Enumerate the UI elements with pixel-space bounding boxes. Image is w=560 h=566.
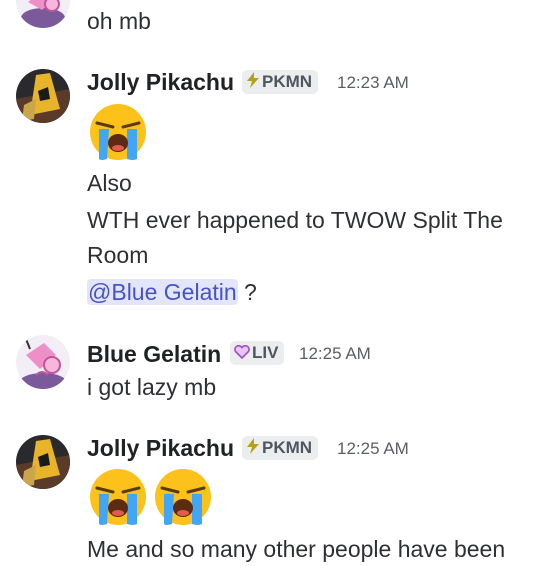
message-text: i got lazy mb bbox=[87, 374, 217, 400]
lightning-bolt-icon bbox=[246, 437, 260, 461]
avatar-blue-gelatin[interactable] bbox=[16, 335, 70, 389]
role-tag-pkmn[interactable]: PKMN bbox=[242, 436, 319, 461]
message-text: Room bbox=[87, 242, 149, 268]
role-tag-label: PKMN bbox=[262, 72, 313, 91]
timestamp: 12:23 AM bbox=[337, 73, 409, 92]
loudly-crying-face-emoji bbox=[87, 101, 149, 163]
timestamp: 12:25 AM bbox=[337, 439, 409, 458]
message-text: ? bbox=[237, 279, 257, 305]
user-mention[interactable]: @Blue Gelatin bbox=[87, 279, 238, 305]
role-tag-label: PKMN bbox=[262, 438, 313, 457]
timestamp: 12:25 AM bbox=[299, 344, 371, 363]
loudly-crying-face-emoji bbox=[152, 466, 214, 528]
heart-icon bbox=[234, 342, 250, 366]
message-text: Also bbox=[87, 170, 132, 196]
avatar-jolly-pikachu[interactable] bbox=[16, 435, 70, 489]
role-tag-liv[interactable]: LIV bbox=[230, 341, 285, 366]
author-name[interactable]: Jolly Pikachu bbox=[87, 68, 234, 96]
lightning-bolt-icon bbox=[246, 71, 260, 95]
message-text: Me and so many other people have been bbox=[87, 536, 506, 562]
author-name[interactable]: Blue Gelatin bbox=[87, 340, 221, 368]
message-mention-line: @Blue Gelatin ? bbox=[87, 275, 257, 309]
avatar-blue-gelatin-top[interactable] bbox=[16, 0, 70, 28]
role-tag-label: LIV bbox=[252, 343, 279, 362]
message-text: oh mb bbox=[87, 8, 151, 34]
loudly-crying-face-emoji bbox=[87, 466, 149, 528]
avatar-jolly-pikachu[interactable] bbox=[16, 69, 70, 123]
role-tag-pkmn[interactable]: PKMN bbox=[242, 70, 319, 95]
message-text: WTH ever happened to TWOW Split The bbox=[87, 207, 503, 233]
author-name[interactable]: Jolly Pikachu bbox=[87, 434, 234, 462]
